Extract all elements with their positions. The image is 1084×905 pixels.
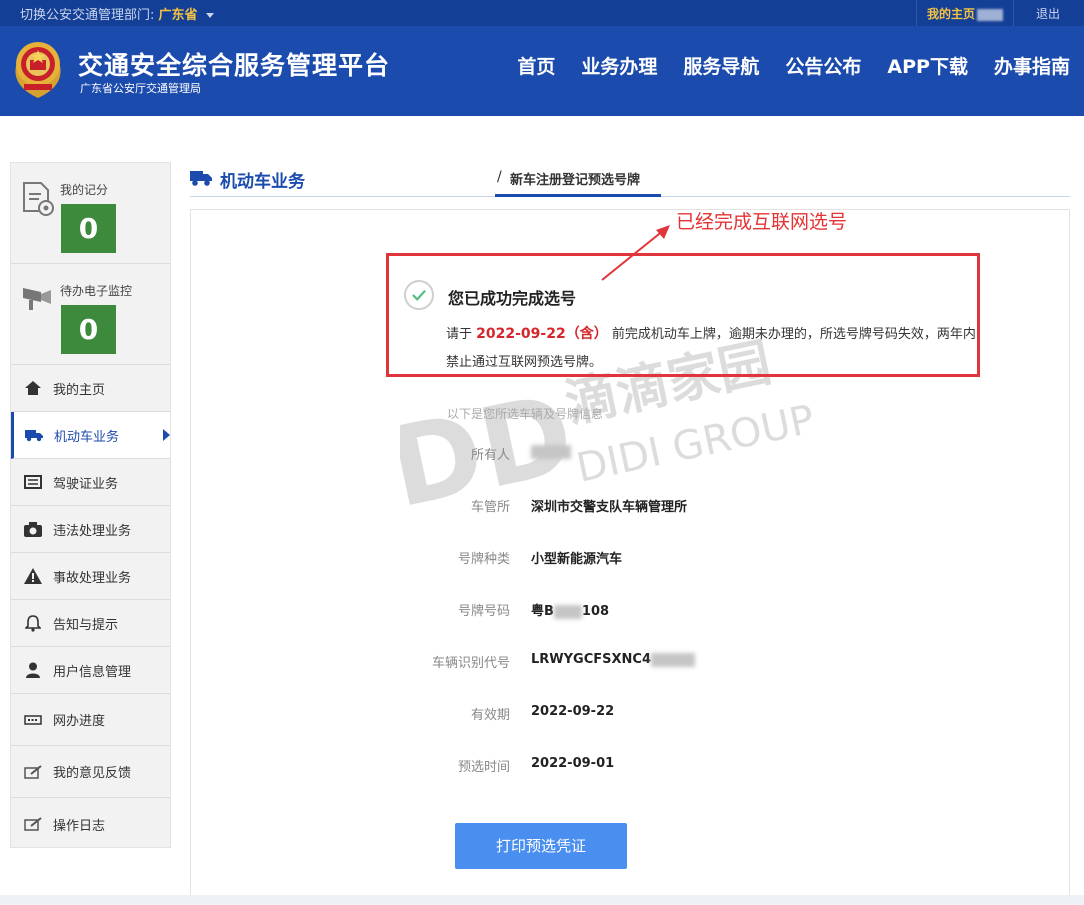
info-caption: 以下是您所选车辆及号牌信息 <box>447 407 604 421</box>
sidebar-item-log[interactable]: 操作日志 <box>11 798 170 850</box>
sidebar-item-label: 事故处理业务 <box>53 570 132 586</box>
sidebar-item-label: 机动车业务 <box>54 429 120 445</box>
info-label: 号牌种类 <box>457 552 510 567</box>
nav-app-download[interactable]: APP下载 <box>887 52 968 79</box>
info-label: 有效期 <box>470 708 510 723</box>
sidebar: 我的记分 0 待办电子监控 0 我的主页 机动车业务 驾驶证业务 违法处理业务 … <box>10 162 171 848</box>
success-msg-prefix: 请于 <box>446 327 473 342</box>
sidebar-item-progress[interactable]: 网办进度 <box>11 694 170 746</box>
vin-prefix: LRWYGCFSXNC4 <box>531 652 651 667</box>
sidebar-item-violation[interactable]: 违法处理业务 <box>11 506 170 553</box>
success-message: 请于 2022-09-22（含） 前完成机动车上牌，逾期未办理的，所选号牌号码失… <box>446 320 976 377</box>
police-emblem-icon <box>15 42 61 98</box>
sidebar-item-user-info[interactable]: 用户信息管理 <box>11 647 170 694</box>
site-header: 交通安全综合服务管理平台 广东省公安厅交通管理局 首页 业务办理 服务导航 公告… <box>0 26 1084 116</box>
sidebar-item-license[interactable]: 驾驶证业务 <box>11 459 170 506</box>
info-label: 车辆识别代号 <box>431 656 510 671</box>
bottom-strip <box>0 895 1084 905</box>
breadcrumb-section[interactable]: 机动车业务 <box>220 167 305 192</box>
sidebar-item-label: 告知与提示 <box>53 617 119 633</box>
truck-icon <box>190 171 212 186</box>
sidebar-item-label: 我的主页 <box>53 382 106 398</box>
stat-monitor[interactable]: 待办电子监控 0 <box>11 264 170 365</box>
caret-down-icon[interactable] <box>205 13 214 18</box>
warning-icon <box>23 568 43 584</box>
info-label: 所有人 <box>470 448 510 463</box>
redacted-plate <box>553 604 582 619</box>
progress-icon <box>23 712 43 728</box>
sidebar-item-label: 操作日志 <box>53 818 106 834</box>
sidebar-item-home[interactable]: 我的主页 <box>11 365 170 412</box>
camera-icon <box>23 521 43 537</box>
stat-monitor-value[interactable]: 0 <box>61 305 116 354</box>
log-icon <box>23 816 43 832</box>
department-switcher[interactable]: 切换公安交通管理部门: 广东省 <box>20 4 214 23</box>
stat-score-label: 我的记分 <box>60 183 109 197</box>
check-circle-icon <box>404 280 434 310</box>
feedback-icon <box>23 764 43 780</box>
info-value: 2022-09-22 <box>531 704 615 719</box>
bell-icon <box>23 614 43 632</box>
truck-icon <box>24 427 44 443</box>
success-title: 您已成功完成选号 <box>448 289 577 308</box>
sidebar-item-label: 我的意见反馈 <box>53 766 132 781</box>
print-voucher-button[interactable]: 打印预选凭证 <box>455 823 627 869</box>
department-switch-label: 切换公安交通管理部门: <box>20 8 155 23</box>
sidebar-item-notice[interactable]: 告知与提示 <box>11 600 170 647</box>
redacted-owner <box>531 444 571 459</box>
stat-score[interactable]: 我的记分 0 <box>11 163 170 264</box>
top-strip: 切换公安交通管理部门: 广东省 我的主页 退出 <box>0 0 1084 26</box>
info-label: 车管所 <box>470 500 510 515</box>
camera-monitor-icon <box>23 288 51 310</box>
redacted-vin <box>651 652 695 667</box>
nav-service-guide[interactable]: 服务导航 <box>683 52 759 79</box>
breadcrumb: 机动车业务 / 新车注册登记预选号牌 <box>190 163 1070 197</box>
breadcrumb-separator: / <box>497 169 502 185</box>
caret-right-icon <box>163 429 170 441</box>
platform-title: 交通安全综合服务管理平台 <box>78 51 391 80</box>
annotation-text: 已经完成互联网选号 <box>676 211 848 233</box>
info-value: LRWYGCFSXNC4 <box>531 652 695 667</box>
department-switch-value[interactable]: 广东省 <box>159 8 198 23</box>
sidebar-item-accident[interactable]: 事故处理业务 <box>11 553 170 600</box>
stat-score-value[interactable]: 0 <box>61 204 116 253</box>
breadcrumb-current: 新车注册登记预选号牌 <box>510 173 641 188</box>
info-label: 预选时间 <box>457 760 510 775</box>
nav-guide[interactable]: 办事指南 <box>994 52 1070 79</box>
document-gear-icon <box>23 182 54 216</box>
info-value: 粤B 108 <box>531 600 609 619</box>
sidebar-item-label: 网办进度 <box>53 714 106 729</box>
breadcrumb-active-underline <box>495 194 661 197</box>
info-value: 小型新能源汽车 <box>531 552 623 567</box>
nav-business[interactable]: 业务办理 <box>581 52 657 79</box>
my-home-link[interactable]: 我的主页 <box>915 0 1014 26</box>
nav-home[interactable]: 首页 <box>517 52 555 79</box>
plate-suffix: 108 <box>581 604 610 619</box>
user-icon <box>23 662 43 678</box>
info-value <box>531 444 571 459</box>
info-value: 2022-09-01 <box>531 756 615 771</box>
sidebar-item-vehicle[interactable]: 机动车业务 <box>11 412 170 459</box>
stat-monitor-label: 待办电子监控 <box>60 284 133 298</box>
sidebar-item-label: 驾驶证业务 <box>53 476 119 492</box>
deadline-date: 2022-09-22（含） <box>476 326 608 342</box>
info-value: 深圳市交警支队车辆管理所 <box>531 500 688 515</box>
platform-subtitle: 广东省公安厅交通管理局 <box>80 82 201 95</box>
main-nav: 首页 业务办理 服务导航 公告公布 APP下载 办事指南 <box>491 52 1070 79</box>
logout-link[interactable]: 退出 <box>1036 5 1060 22</box>
info-label: 号牌号码 <box>457 604 510 619</box>
nav-announcements[interactable]: 公告公布 <box>785 52 861 79</box>
my-home-link-label[interactable]: 我的主页 <box>927 7 975 21</box>
sidebar-item-feedback[interactable]: 我的意见反馈 <box>11 746 170 798</box>
home-icon <box>23 380 43 396</box>
redacted-username <box>977 8 1003 21</box>
plate-prefix: 粤B <box>531 604 554 619</box>
license-card-icon <box>23 474 43 490</box>
sidebar-item-label: 违法处理业务 <box>53 523 132 539</box>
sidebar-item-label: 用户信息管理 <box>53 664 132 680</box>
